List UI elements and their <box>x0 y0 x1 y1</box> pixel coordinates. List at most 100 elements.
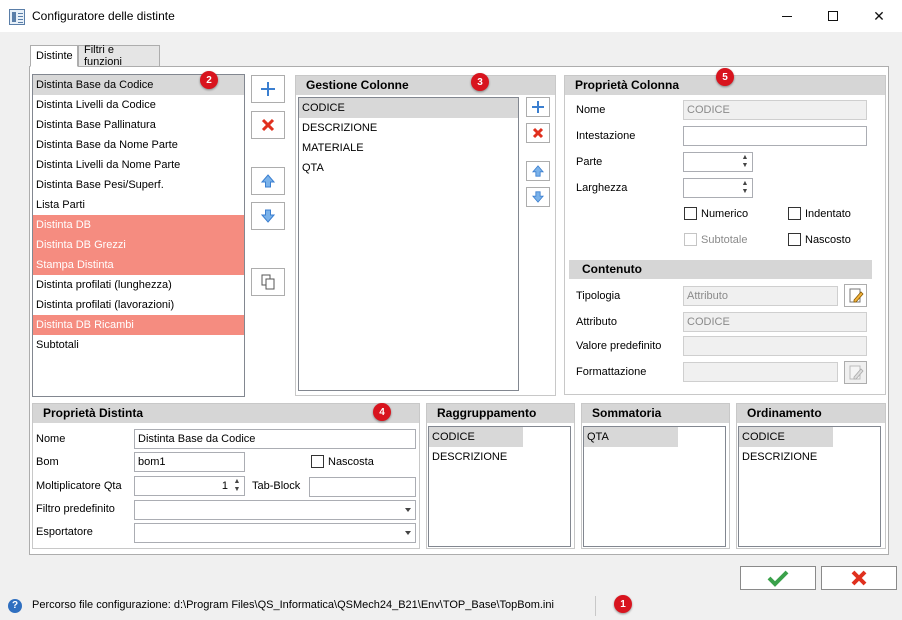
list-item[interactable]: Stampa Distinta <box>33 255 244 275</box>
tab-label: Distinte <box>36 50 73 62</box>
list-item[interactable]: DESCRIZIONE <box>739 447 880 467</box>
chevron-down-icon <box>405 531 411 535</box>
intestazione-label: Intestazione <box>576 130 636 142</box>
intestazione-field[interactable] <box>683 126 867 146</box>
window-title: Configuratore delle distinte <box>32 9 175 23</box>
ordinamento-list[interactable]: CODICE DESCRIZIONE <box>738 426 881 547</box>
list-item[interactable]: Distinta DB Grezzi <box>33 235 244 255</box>
chevron-down-icon <box>405 508 411 512</box>
plus-icon <box>532 101 544 113</box>
move-up-button[interactable] <box>251 167 285 195</box>
move-down-button[interactable] <box>251 202 285 230</box>
nascosta-checkbox[interactable] <box>311 455 324 468</box>
maximize-button[interactable] <box>810 0 856 32</box>
edit-tipologia-button[interactable] <box>844 284 867 307</box>
list-item[interactable]: Subtotali <box>33 335 244 355</box>
list-item[interactable]: DESCRIZIONE <box>299 118 518 138</box>
close-button[interactable]: ✕ <box>856 0 902 32</box>
moltiplicatore-value: 1 <box>221 480 228 492</box>
arrow-up-icon <box>261 174 275 188</box>
list-item[interactable]: Distinta profilati (lunghezza) <box>33 275 244 295</box>
spin-arrows-icon[interactable]: ▲ ▼ <box>740 180 750 196</box>
colonne-list[interactable]: CODICE DESCRIZIONE MATERIALE QTA <box>298 97 519 391</box>
list-item[interactable]: QTA <box>584 427 678 447</box>
esportatore-label: Esportatore <box>36 526 93 538</box>
tabblock-label: Tab-Block <box>252 480 301 492</box>
delete-icon <box>532 127 544 139</box>
tab-label: Filtri e funzioni <box>84 44 122 68</box>
attributo-label: Attributo <box>576 316 617 328</box>
nascosto-checkbox[interactable] <box>788 233 801 246</box>
delete-distinta-button[interactable] <box>251 111 285 139</box>
list-item[interactable]: QTA <box>299 158 518 178</box>
formattazione-label: Formattazione <box>576 366 647 378</box>
list-item[interactable]: Distinta Livelli da Nome Parte <box>33 155 244 175</box>
list-item[interactable]: Distinta DB Ricambi <box>33 315 244 335</box>
sommatoria-list[interactable]: QTA <box>583 426 726 547</box>
badge-3: 3 <box>471 73 489 91</box>
tab-distinte[interactable]: Distinte <box>30 45 78 67</box>
valore-predefinito-label: Valore predefinito <box>576 340 662 352</box>
minimize-button[interactable] <box>764 0 810 32</box>
proprieta-distinta-header: Proprietà Distinta <box>33 404 419 423</box>
tipologia-label: Tipologia <box>576 290 621 302</box>
sommatoria-header: Sommatoria <box>582 404 729 423</box>
indentato-label: Indentato <box>805 208 851 220</box>
list-item[interactable]: Lista Parti <box>33 195 244 215</box>
list-item[interactable]: Distinta profilati (lavorazioni) <box>33 295 244 315</box>
edit-formattazione-button <box>844 361 867 384</box>
list-item[interactable]: CODICE <box>299 98 518 118</box>
numerico-label: Numerico <box>701 208 749 220</box>
tabblock-field[interactable] <box>309 477 416 497</box>
config-path-text: Percorso file configurazione: d:\Program… <box>32 599 554 611</box>
indentato-checkbox[interactable] <box>788 207 801 220</box>
close-icon: ✕ <box>873 7 885 24</box>
esportatore-select[interactable] <box>134 523 416 543</box>
title-bar: Configuratore delle distinte ✕ <box>0 0 902 32</box>
filtro-predefinito-select[interactable] <box>134 500 416 520</box>
parte-stepper[interactable]: ▲ ▼ <box>683 152 753 172</box>
numerico-checkbox[interactable] <box>684 207 697 220</box>
list-item[interactable]: Distinta Base Pesi/Superf. <box>33 175 244 195</box>
formattazione-field <box>683 362 838 382</box>
ok-button[interactable] <box>740 566 816 590</box>
list-item[interactable]: Distinta Livelli da Codice <box>33 95 244 115</box>
attributo-field: CODICE <box>683 312 867 332</box>
larghezza-stepper[interactable]: ▲ ▼ <box>683 178 753 198</box>
minimize-icon <box>782 15 792 17</box>
colonna-down-button[interactable] <box>526 187 550 207</box>
tipologia-field: Attributo <box>683 286 838 306</box>
subtotale-checkbox <box>684 233 697 246</box>
list-item[interactable]: DESCRIZIONE <box>429 447 570 467</box>
list-item[interactable]: MATERIALE <box>299 138 518 158</box>
list-item[interactable]: CODICE <box>739 427 833 447</box>
raggruppamento-list[interactable]: CODICE DESCRIZIONE <box>428 426 571 547</box>
bom-field[interactable]: bom1 <box>134 452 245 472</box>
list-item[interactable]: Distinta Base Pallinatura <box>33 115 244 135</box>
copy-icon <box>261 274 275 290</box>
nome-distinta-field[interactable]: Distinta Base da Codice <box>134 429 416 449</box>
badge-4: 4 <box>373 403 391 421</box>
arrow-up-icon <box>532 165 544 177</box>
list-item[interactable]: Distinta Base da Nome Parte <box>33 135 244 155</box>
add-colonna-button[interactable] <box>526 97 550 117</box>
cancel-button[interactable] <box>821 566 897 590</box>
plus-icon <box>261 82 275 96</box>
help-icon[interactable]: ? <box>8 599 22 613</box>
bom-label: Bom <box>36 456 59 468</box>
list-item[interactable]: Distinta DB <box>33 215 244 235</box>
copy-distinta-button[interactable] <box>251 268 285 296</box>
tab-filtri-e-funzioni[interactable]: Filtri e funzioni <box>78 44 160 68</box>
delete-colonna-button[interactable] <box>526 123 550 143</box>
spin-arrows-icon[interactable]: ▲ ▼ <box>740 154 750 170</box>
spin-arrows-icon[interactable]: ▲ ▼ <box>232 478 242 494</box>
gestione-colonne-header: Gestione Colonne <box>296 76 555 95</box>
moltiplicatore-stepper[interactable]: 1 ▲ ▼ <box>134 476 245 496</box>
list-item[interactable]: CODICE <box>429 427 523 447</box>
status-bar: ? Percorso file configurazione: d:\Progr… <box>0 592 902 620</box>
colonna-up-button[interactable] <box>526 161 550 181</box>
arrow-down-icon <box>532 191 544 203</box>
add-distinta-button[interactable] <box>251 75 285 103</box>
nome-colonna-field: CODICE <box>683 100 867 120</box>
distinte-list[interactable]: Distinta Base da Codice Distinta Livelli… <box>32 74 245 397</box>
